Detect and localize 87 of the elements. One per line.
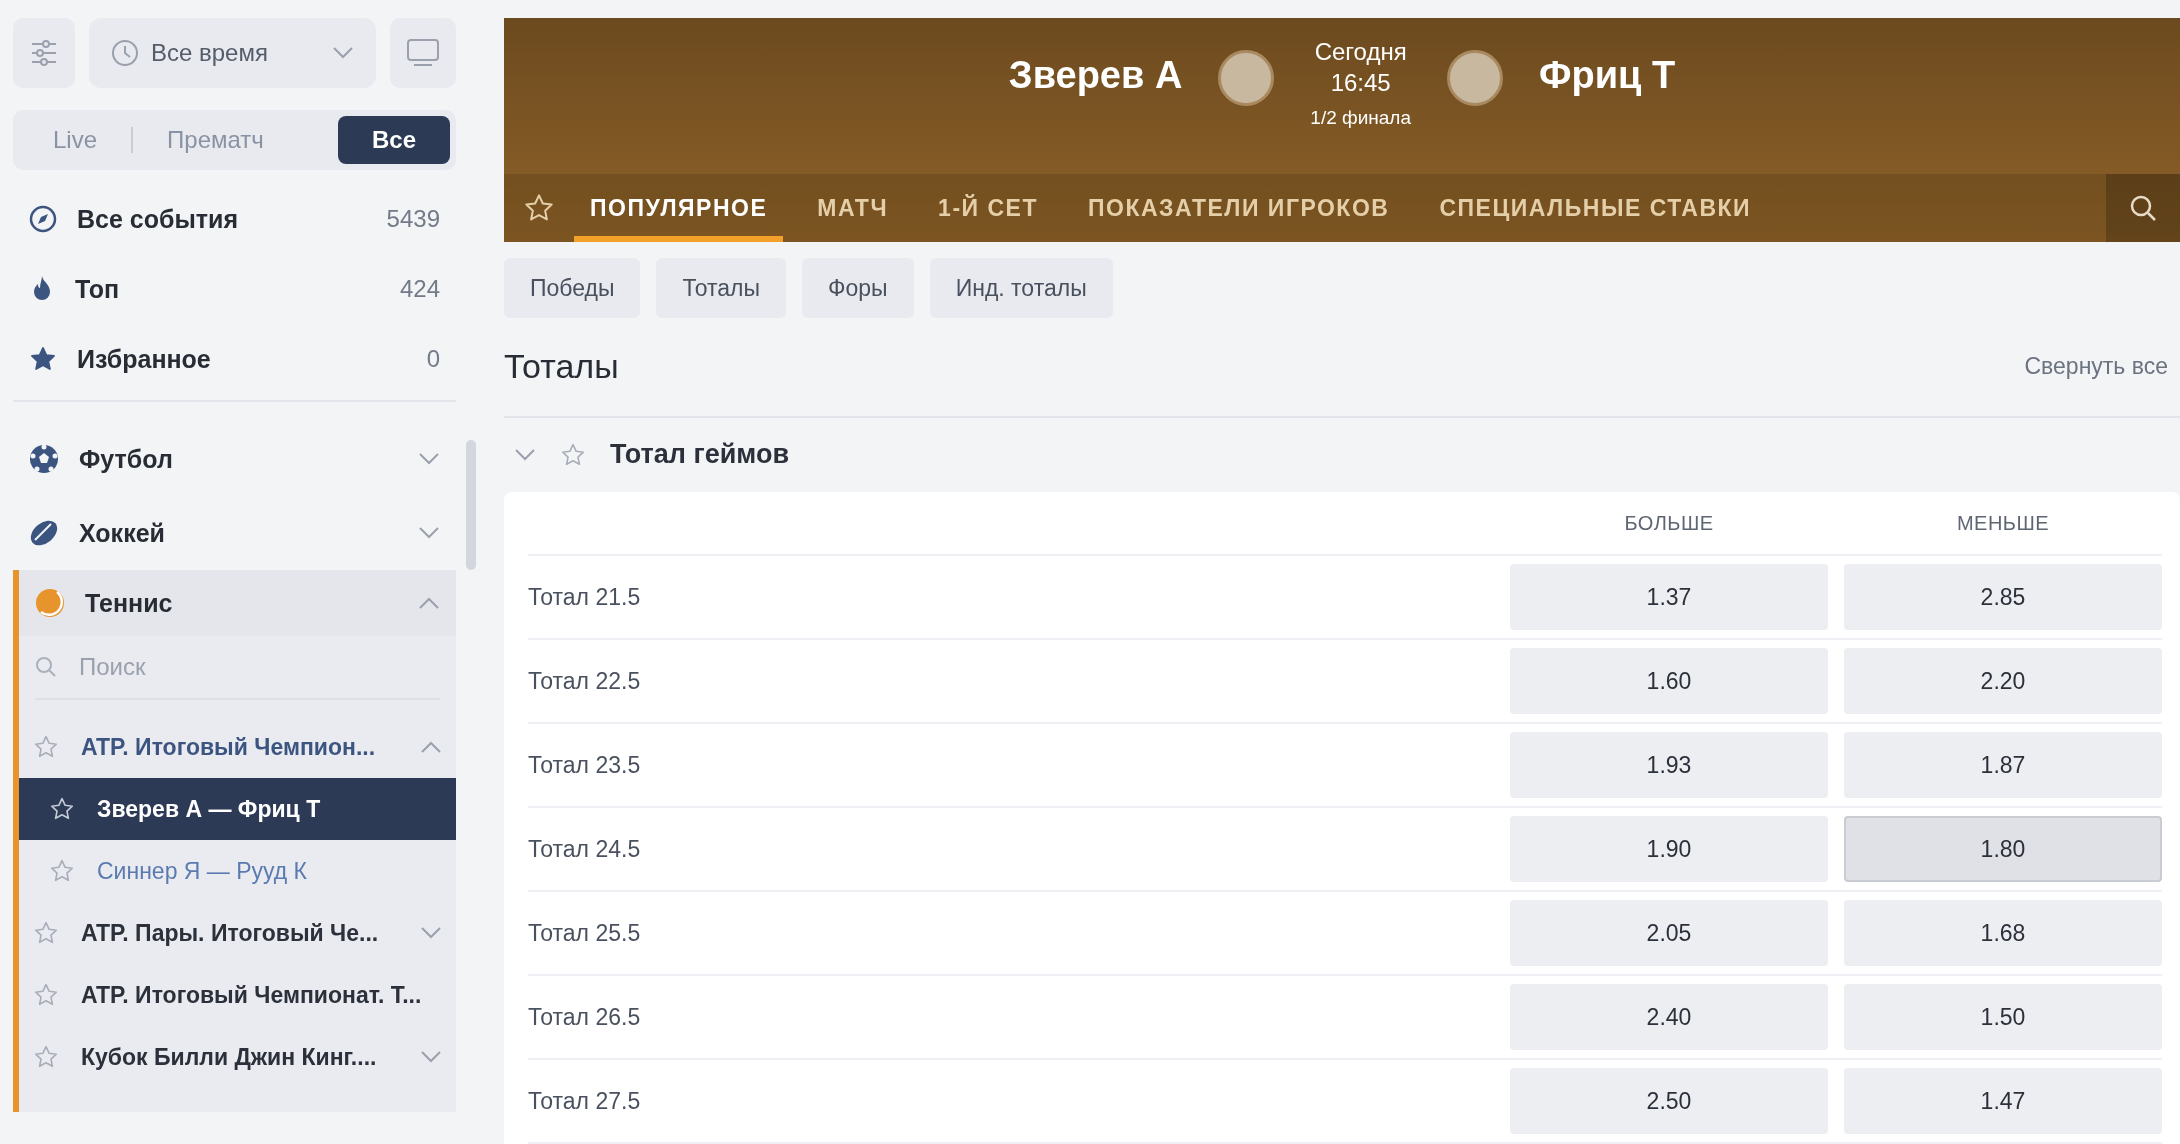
scrollbar[interactable] <box>466 440 476 570</box>
odds-button[interactable]: 2.85 <box>1844 564 2162 630</box>
section-title: Тоталы <box>504 347 619 387</box>
match-item[interactable]: Синнер Я — Рууд К <box>19 840 456 902</box>
search-icon <box>2129 194 2157 222</box>
tournament-item[interactable]: ATP. Итоговый Чемпионат. Т... <box>81 981 442 1009</box>
puck-icon <box>29 518 59 548</box>
total-label: Тотал 26.5 <box>528 1003 642 1031</box>
collapse-all-link[interactable]: Свернуть все <box>2024 353 2168 381</box>
mode-tab[interactable]: Все <box>337 116 450 164</box>
odds-button[interactable]: 1.87 <box>1844 732 2162 798</box>
search-icon <box>35 656 57 678</box>
chevron-down-icon <box>332 46 354 60</box>
total-label: Тотал 27.5 <box>528 1087 642 1115</box>
filter-chip[interactable]: Инд. тоталы <box>929 258 1113 318</box>
player-name: Зверев А <box>1008 54 1183 97</box>
event-count: 424 <box>399 275 440 303</box>
football-icon <box>29 444 59 474</box>
odds-button[interactable]: 2.05 <box>1510 900 1828 966</box>
tournament-item[interactable]: Кубок Билли Джин Кинг.... <box>81 1043 398 1071</box>
odds-button[interactable]: 1.50 <box>1844 984 2162 1050</box>
match-item[interactable]: Зверев А — Фриц Т <box>19 778 456 840</box>
odds-button[interactable]: 2.50 <box>1510 1068 1828 1134</box>
time-filter-dropdown[interactable]: Все время <box>89 18 376 88</box>
search-field[interactable]: Поиск <box>77 652 440 682</box>
odds-button[interactable]: 1.93 <box>1510 732 1828 798</box>
avatar <box>1447 50 1503 106</box>
star-icon <box>33 982 59 1008</box>
star-icon <box>560 441 586 468</box>
filter-chip[interactable]: Тоталы <box>656 258 787 318</box>
odds-button[interactable]: 1.37 <box>1510 564 1828 630</box>
market-tab[interactable]: МАТЧ <box>801 174 905 242</box>
tournament-item[interactable]: ATP. Пары. Итоговый Че... <box>81 919 398 947</box>
star-icon <box>33 920 59 946</box>
sport-item[interactable]: Хоккей <box>79 518 398 548</box>
compass-icon <box>29 205 57 233</box>
event-count: 0 <box>426 345 440 373</box>
total-label: Тотал 21.5 <box>528 583 642 611</box>
menu-item[interactable]: Избранное <box>77 344 407 374</box>
total-label: Тотал 22.5 <box>528 667 642 695</box>
odds-button[interactable]: 2.40 <box>1510 984 1828 1050</box>
match-day: Сегодня <box>1314 36 1407 68</box>
menu-item[interactable]: Все события <box>77 204 367 234</box>
tournament-item[interactable]: ATP. Итоговый Чемпион... <box>81 733 398 761</box>
star-icon <box>29 345 57 373</box>
monitor-icon <box>406 38 440 68</box>
clock-icon <box>111 39 139 67</box>
market-tab[interactable]: СПЕЦИАЛЬНЫЕ СТАВКИ <box>1423 174 1768 242</box>
star-icon <box>49 858 75 884</box>
chevron-up-icon <box>418 596 440 610</box>
total-label: Тотал 24.5 <box>528 835 642 863</box>
odds-button[interactable]: 1.47 <box>1844 1068 2162 1134</box>
odds-button[interactable]: 2.20 <box>1844 648 2162 714</box>
menu-item[interactable]: Топ <box>75 274 380 304</box>
filter-chip[interactable]: Форы <box>802 258 914 318</box>
star-icon <box>33 734 59 760</box>
market-tab[interactable]: ПОПУЛЯРНОЕ <box>574 174 784 242</box>
star-icon <box>33 1044 59 1070</box>
market-tab[interactable]: ПОКАЗАТЕЛИ ИГРОКОВ <box>1071 174 1406 242</box>
odds-button[interactable]: 1.90 <box>1510 816 1828 882</box>
search-button[interactable] <box>2106 174 2180 242</box>
match-stage: 1/2 финала <box>1310 106 1411 131</box>
market-tab[interactable]: 1-Й СЕТ <box>922 174 1054 242</box>
display-button[interactable] <box>390 18 456 88</box>
chevron-down-icon <box>420 1050 442 1064</box>
odds-button[interactable]: 1.80 <box>1844 816 2162 882</box>
filter-button[interactable] <box>13 18 75 88</box>
player-name: Фриц Т <box>1539 54 1676 97</box>
sliders-icon <box>30 40 58 66</box>
star-icon <box>49 796 75 822</box>
total-label: Тотал 25.5 <box>528 919 642 947</box>
chevron-down-icon <box>418 526 440 540</box>
filter-chip[interactable]: Победы <box>504 258 641 318</box>
column-header: БОЛЬШЕ <box>1623 511 1715 535</box>
tennis-ball-icon <box>35 588 65 618</box>
odds-button[interactable]: 1.68 <box>1844 900 2162 966</box>
event-count: 5439 <box>386 205 440 233</box>
column-header: МЕНЬШЕ <box>1955 511 2051 535</box>
sport-item[interactable]: Футбол <box>79 444 398 474</box>
chevron-up-icon <box>420 740 442 754</box>
market-title: Тотал геймов <box>610 439 790 471</box>
chevron-down-icon <box>418 452 440 466</box>
match-time: 16:45 <box>1330 68 1391 99</box>
chevron-down-icon <box>514 447 536 462</box>
odds-button[interactable]: 1.60 <box>1510 648 1828 714</box>
chevron-down-icon <box>420 926 442 940</box>
total-label: Тотал 23.5 <box>528 751 642 779</box>
